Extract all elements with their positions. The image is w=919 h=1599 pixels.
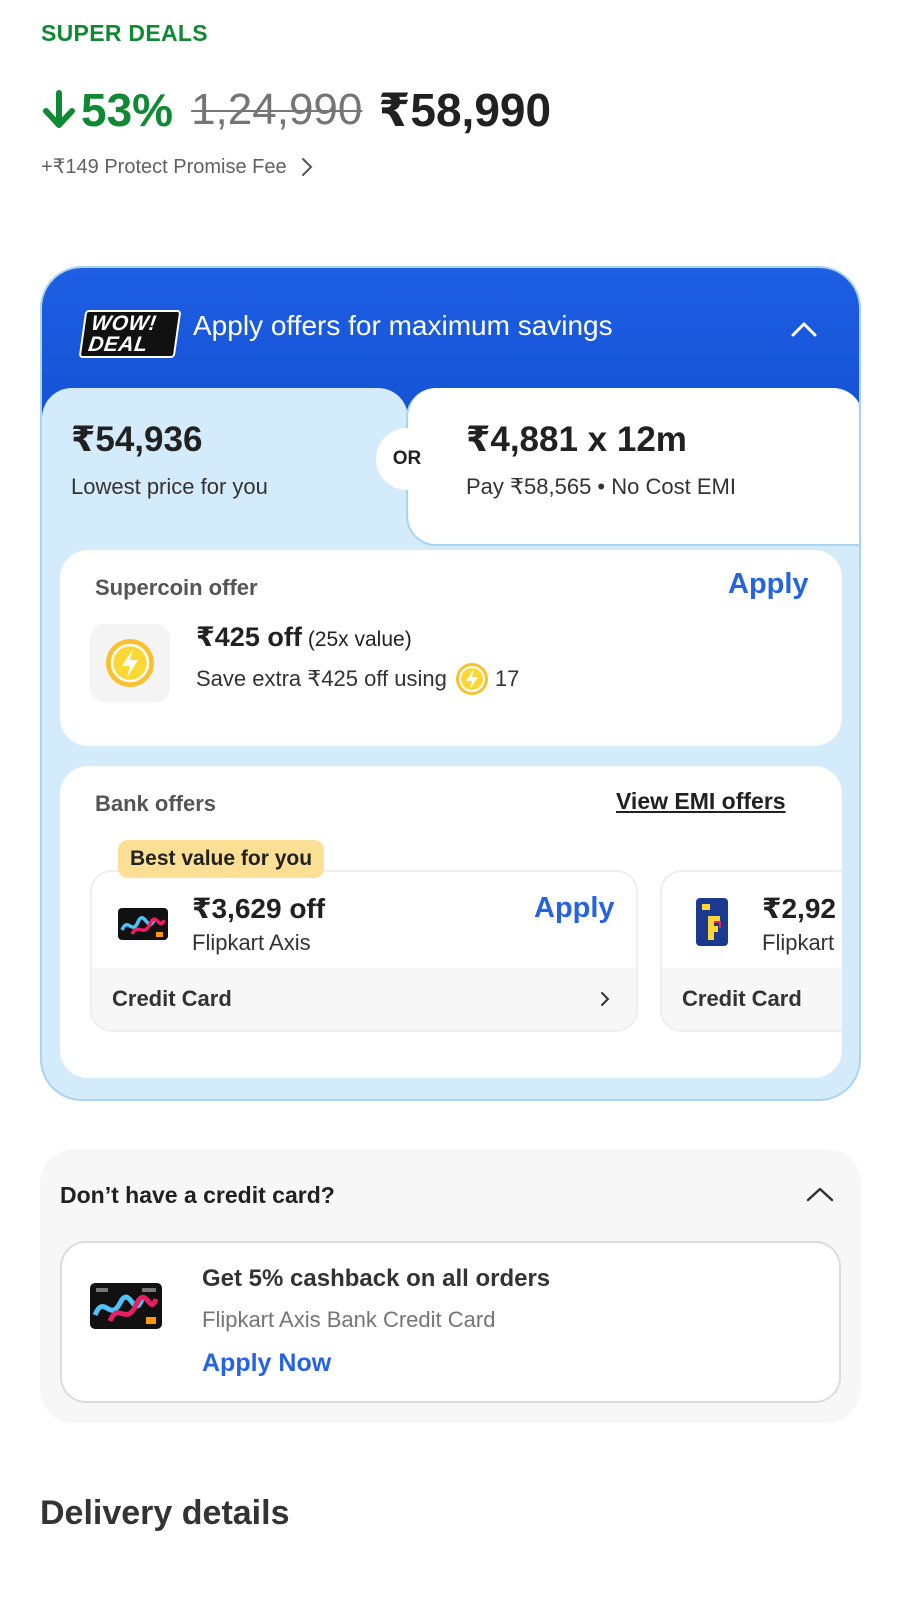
bank-offer-tile[interactable]: ₹3,629 off Flipkart Axis Apply Credit Ca…: [90, 870, 638, 1032]
offers-title: Apply offers for maximum savings: [193, 310, 613, 341]
emi-panel[interactable]: [406, 388, 859, 546]
bank-offer-bank: Flipkart: [762, 930, 835, 955]
flipkart-axis-card-icon: [118, 908, 168, 940]
super-deals-label: SUPER DEALS: [41, 20, 208, 46]
cashback-headline: Get 5% cashback on all orders: [202, 1265, 551, 1292]
emi-price: ₹4,881 x 12m: [466, 420, 687, 459]
wow-deal-logo: WOW! DEAL: [78, 310, 182, 358]
final-price: ₹58,990: [378, 84, 552, 136]
bank-offer-amount: ₹3,629 off: [192, 893, 326, 924]
emi-label: Pay ₹58,565 • No Cost EMI: [466, 474, 736, 499]
chevron-up-icon[interactable]: [805, 1185, 835, 1203]
credit-card-name: Flipkart Axis Bank Credit Card: [202, 1307, 496, 1332]
lowest-price-label: Lowest price for you: [71, 474, 268, 499]
credit-card-offer-box[interactable]: Get 5% cashback on all orders Flipkart A…: [60, 1241, 841, 1403]
bank-offer-amount: ₹2,92: [762, 893, 836, 924]
supercoin-heading: Supercoin offer: [95, 575, 258, 600]
discount: 53%: [41, 83, 173, 137]
no-credit-card-section: Don’t have a credit card? Get 5% cashbac…: [40, 1149, 861, 1423]
best-value-badge: Best value for you: [118, 840, 325, 878]
supercoin-count: 17: [494, 666, 520, 691]
apply-now-button[interactable]: Apply Now: [202, 1349, 331, 1378]
bank-offers-heading: Bank offers: [95, 791, 217, 816]
lowest-price-panel[interactable]: [42, 388, 408, 548]
fee-label: +₹149 Protect Promise Fee: [41, 156, 287, 178]
supercoin-apply-button[interactable]: Apply: [728, 568, 809, 601]
supercoin-value: (25x value): [307, 628, 412, 651]
bank-offer-card-type[interactable]: Credit Card: [92, 968, 636, 1030]
bank-offers-card: Bank offers View EMI offers Best value f…: [60, 766, 842, 1078]
lowest-price: ₹54,936: [71, 420, 203, 459]
chevron-up-icon[interactable]: [790, 320, 818, 338]
supercoin-offer-card: Supercoin offer Apply ₹425 off (25x value…: [60, 550, 842, 746]
view-emi-offers-link[interactable]: View EMI offers: [616, 788, 786, 815]
supercoin-icon-box: [90, 624, 170, 702]
supercoin-description: Save extra ₹425 off using 17: [196, 662, 519, 696]
arrow-down-icon: [43, 90, 75, 128]
offers-card: WOW! DEAL Apply offers for maximum savin…: [40, 266, 861, 1101]
protect-promise-fee[interactable]: +₹149 Protect Promise Fee: [41, 154, 313, 179]
bank-offer-tile[interactable]: ₹2,92 Flipkart Credit Card: [660, 870, 842, 1032]
flipkart-axis-card-icon: [90, 1283, 162, 1329]
no-credit-card-title: Don’t have a credit card?: [60, 1182, 335, 1208]
delivery-details-heading: Delivery details: [40, 1494, 290, 1532]
bank-offer-bank: Flipkart Axis: [192, 930, 311, 955]
or-divider: OR: [376, 428, 438, 490]
discount-percent: 53%: [81, 84, 174, 136]
price-row: 53% 1,24,990 ₹58,990: [41, 80, 551, 140]
bank-offer-apply-button[interactable]: Apply: [534, 892, 615, 925]
supercoin-amount: ₹425 off (25x value): [196, 622, 412, 652]
mrp-price: 1,24,990: [191, 85, 363, 134]
supercoin-small-icon: [455, 663, 488, 695]
bank-offer-card-type[interactable]: Credit Card: [662, 968, 842, 1030]
chevron-right-icon: [301, 157, 313, 176]
flipkart-card-icon: [696, 898, 728, 946]
supercoin-icon: [106, 639, 154, 687]
chevron-right-icon: [601, 992, 610, 1006]
